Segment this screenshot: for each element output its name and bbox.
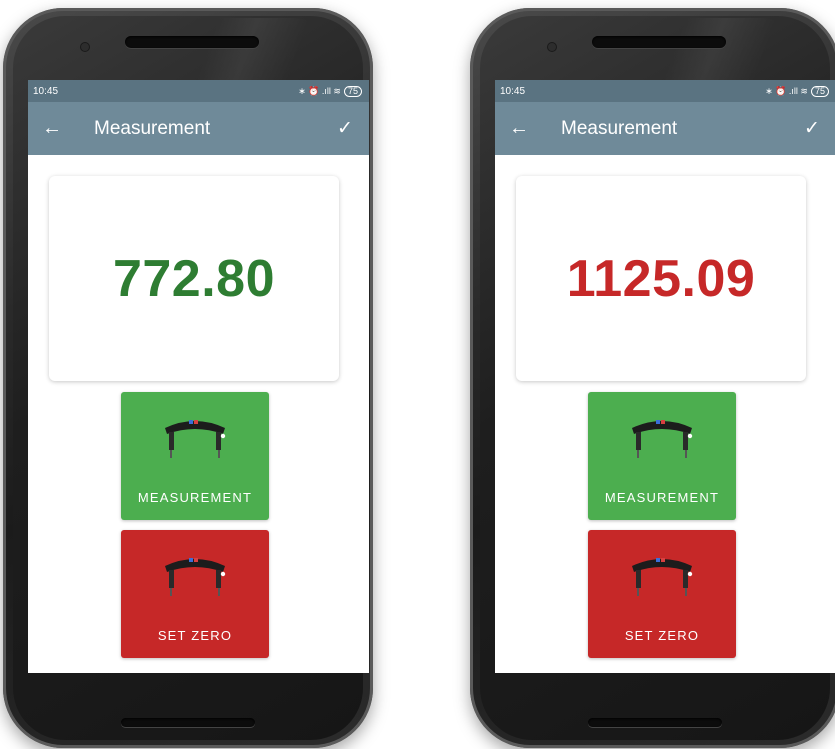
bottom-speaker xyxy=(588,718,722,727)
front-camera xyxy=(81,43,89,51)
earpiece-speaker xyxy=(592,36,726,48)
bottom-speaker xyxy=(121,718,255,727)
check-icon[interactable]: ✓ xyxy=(325,117,365,140)
set-zero-button[interactable]: SET ZERO xyxy=(588,530,736,658)
arrow-left-icon[interactable]: ← xyxy=(499,117,539,140)
earpiece-speaker xyxy=(125,36,259,48)
set-zero-button[interactable]: SET ZERO xyxy=(121,530,269,658)
status-bar: 10:45 ∗ ⏰ .ıll ≋ 75 xyxy=(28,80,369,102)
phone-right: 10:45 ∗ ⏰ .ıll ≋ 75 ← Measurement ✓ 1125… xyxy=(470,8,835,748)
phone-left: 10:45 ∗ ⏰ .ıll ≋ 75 ← Measurement ✓ 772.… xyxy=(3,8,373,748)
page-title: Measurement xyxy=(94,117,211,139)
caliper-device-icon xyxy=(165,558,226,596)
check-icon[interactable]: ✓ xyxy=(792,117,832,140)
status-indicator-icons: ∗ ⏰ .ıll ≋ xyxy=(298,85,341,96)
status-bar: 10:45 ∗ ⏰ .ıll ≋ 75 xyxy=(495,80,835,102)
arrow-left-icon[interactable]: ← xyxy=(32,117,72,140)
phone-screen: 10:45 ∗ ⏰ .ıll ≋ 75 ← Measurement ✓ 772.… xyxy=(28,80,369,673)
phone-screen: 10:45 ∗ ⏰ .ıll ≋ 75 ← Measurement ✓ 1125… xyxy=(495,80,835,673)
caliper-device-icon xyxy=(632,558,693,596)
status-indicator-icons: ∗ ⏰ .ıll ≋ xyxy=(765,85,808,96)
measurement-button-label: MEASUREMENT xyxy=(604,490,720,505)
measurement-button[interactable]: MEASUREMENT xyxy=(588,392,736,520)
caliper-device-icon xyxy=(165,420,226,458)
reading-card: 1125.09 xyxy=(516,176,806,381)
app-bar: ← Measurement ✓ xyxy=(495,102,835,155)
status-icons: ∗ ⏰ .ıll ≋ 75 xyxy=(765,85,829,97)
status-icons: ∗ ⏰ .ıll ≋ 75 xyxy=(298,85,362,97)
measurement-button[interactable]: MEASUREMENT xyxy=(121,392,269,520)
reading-value: 772.80 xyxy=(112,249,276,308)
status-time: 10:45 xyxy=(500,85,526,97)
measurement-button-label: MEASUREMENT xyxy=(137,490,253,505)
status-time: 10:45 xyxy=(33,85,59,97)
set-zero-button-label: SET ZERO xyxy=(624,628,700,643)
front-camera xyxy=(548,43,556,51)
battery-icon: 75 xyxy=(343,85,362,97)
reading-value: 1125.09 xyxy=(566,249,756,308)
battery-icon: 75 xyxy=(810,85,829,97)
caliper-device-icon xyxy=(632,420,693,458)
page-title: Measurement xyxy=(561,117,678,139)
app-bar: ← Measurement ✓ xyxy=(28,102,369,155)
reading-card: 772.80 xyxy=(49,176,339,381)
set-zero-button-label: SET ZERO xyxy=(157,628,233,643)
